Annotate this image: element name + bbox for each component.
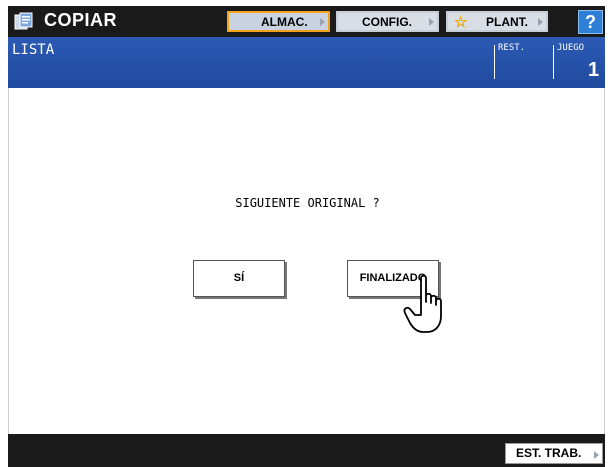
divider xyxy=(494,45,495,79)
star-icon: ☆ xyxy=(454,14,468,31)
arrow-right-icon xyxy=(594,451,599,459)
top-bar: COPIAR ALMAC. CONFIG. ☆ PLANT. ? xyxy=(8,6,605,37)
status-bar: LISTA REST. JUEGO 1 xyxy=(8,37,605,88)
mode-label: LISTA xyxy=(12,42,55,58)
sets-count: 1 xyxy=(588,59,600,81)
sets-label: JUEGO xyxy=(557,43,585,53)
settings-button[interactable]: CONFIG. xyxy=(336,11,439,32)
rest-label: REST. xyxy=(498,43,526,53)
store-button-label: ALMAC. xyxy=(261,15,308,29)
yes-button[interactable]: SÍ xyxy=(193,260,285,297)
template-button-label: PLANT. xyxy=(486,15,528,29)
help-button[interactable]: ? xyxy=(578,10,603,34)
arrow-right-icon xyxy=(429,18,434,26)
template-button[interactable]: ☆ PLANT. xyxy=(446,11,548,32)
bottom-bar: EST. TRAB. xyxy=(8,434,605,467)
arrow-right-icon xyxy=(320,18,325,26)
job-status-label: EST. TRAB. xyxy=(516,446,582,460)
settings-button-label: CONFIG. xyxy=(362,15,412,29)
dialog-area: SIGUIENTE ORIGINAL ? SÍ FINALIZADO xyxy=(8,88,605,434)
arrow-right-icon xyxy=(538,18,543,26)
store-button[interactable]: ALMAC. xyxy=(227,11,330,32)
job-status-button[interactable]: EST. TRAB. xyxy=(505,443,603,464)
next-original-question: SIGUIENTE ORIGINAL ? xyxy=(235,196,380,210)
copier-icon xyxy=(14,12,33,30)
hand-pointer-icon xyxy=(403,274,442,333)
divider xyxy=(553,45,554,79)
app-title: COPIAR xyxy=(44,10,118,30)
copier-screen: COPIAR ALMAC. CONFIG. ☆ PLANT. ? LISTA R… xyxy=(8,6,605,467)
